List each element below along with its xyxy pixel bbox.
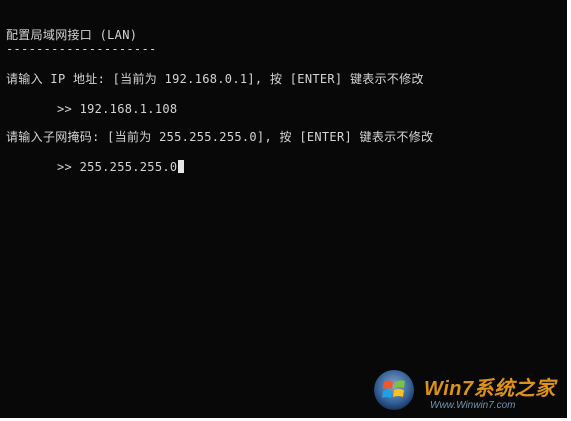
ip-address-prompt: 请输入 IP 地址: [当前为 192.168.0.1], 按 [ENTER] … <box>6 72 424 86</box>
subnet-mask-prompt: 请输入子网掩码: [当前为 255.255.255.0], 按 [ENTER] … <box>6 130 434 144</box>
console-separator: -------------------- <box>6 42 157 56</box>
text-cursor <box>178 160 185 173</box>
right-border <box>567 0 571 421</box>
watermark-title: Win7系统之家 <box>424 378 556 400</box>
console-heading: 配置局域网接口 (LAN) <box>6 28 138 42</box>
subnet-mask-input[interactable]: >> 255.255.255.0 <box>57 160 177 174</box>
windows-logo-icon <box>374 370 414 410</box>
console-window[interactable]: 配置局域网接口 (LAN) -------------------- 请输入 I… <box>0 0 571 421</box>
watermark-url: Www.Winwin7.com <box>430 400 516 411</box>
ip-address-input: >> 192.168.1.108 <box>57 102 178 116</box>
subnet-mask-input-line[interactable]: >> 255.255.255.0 <box>57 160 185 174</box>
watermark: Win7系统之家 Www.Winwin7.com <box>372 366 558 414</box>
